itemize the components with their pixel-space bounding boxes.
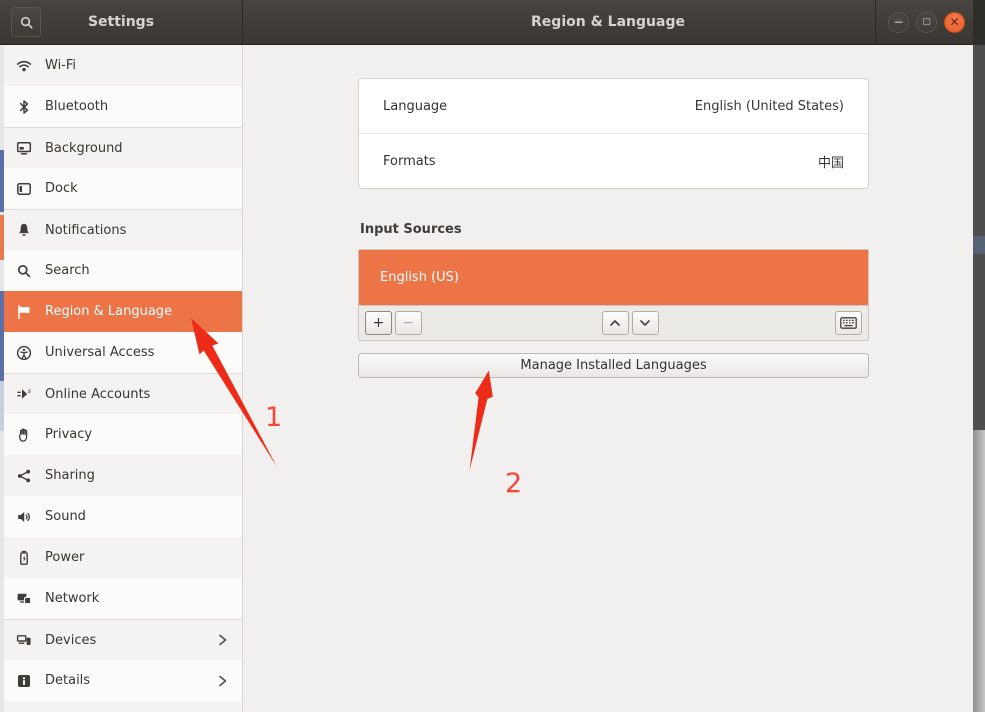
sidebar-item-universal-access[interactable]: Universal Access bbox=[0, 332, 242, 373]
sidebar-item-label: Network bbox=[45, 591, 228, 606]
sidebar-item-label: Sound bbox=[45, 509, 228, 524]
add-input-source-button[interactable]: + bbox=[365, 311, 392, 335]
move-down-button[interactable] bbox=[632, 311, 659, 335]
maximize-icon: ▢ bbox=[922, 18, 931, 27]
language-formats-group: Language English (United States) Formats… bbox=[358, 78, 869, 189]
background-icon bbox=[15, 139, 33, 157]
sidebar-item-label: Power bbox=[45, 550, 228, 565]
language-label: Language bbox=[383, 99, 447, 114]
sidebar-item-label: Region & Language bbox=[45, 304, 228, 319]
bluetooth-icon bbox=[15, 98, 33, 116]
bell-icon bbox=[15, 221, 33, 239]
close-icon: ✕ bbox=[949, 16, 959, 28]
page-title: Region & Language bbox=[531, 14, 685, 30]
sidebar-item-label: Details bbox=[45, 673, 217, 688]
dock-icon bbox=[15, 180, 33, 198]
chevron-right-icon bbox=[217, 675, 228, 687]
devices-icon bbox=[15, 631, 33, 649]
input-sources-list: English (US) + − bbox=[358, 249, 869, 341]
sidebar-item-label: Background bbox=[45, 141, 228, 156]
maximize-button[interactable]: ▢ bbox=[916, 12, 937, 33]
sidebar-item-label: Privacy bbox=[45, 427, 228, 442]
input-sources-heading: Input Sources bbox=[360, 222, 462, 237]
language-value: English (United States) bbox=[695, 99, 844, 114]
sidebar-item-label: Wi-Fi bbox=[45, 58, 228, 73]
background-window-sliver-right bbox=[973, 0, 985, 712]
flag-icon bbox=[15, 303, 33, 321]
keyboard-layout-button[interactable] bbox=[835, 311, 862, 335]
search-button[interactable] bbox=[11, 7, 41, 37]
sidebar-item-wifi[interactable]: Wi-Fi bbox=[0, 45, 242, 86]
sidebar-item-details[interactable]: Details bbox=[0, 660, 242, 701]
network-icon bbox=[15, 590, 33, 608]
minus-icon: − bbox=[403, 315, 415, 331]
input-sources-toolbar: + − bbox=[359, 305, 868, 340]
sidebar-item-background[interactable]: Background bbox=[0, 127, 242, 168]
app-title: Settings bbox=[88, 14, 154, 30]
keyboard-icon bbox=[840, 317, 857, 329]
chevron-down-icon bbox=[639, 319, 651, 327]
plus-icon: + bbox=[373, 315, 385, 331]
region-language-panel: Language English (United States) Formats… bbox=[244, 45, 961, 712]
input-source-label: English (US) bbox=[380, 270, 459, 285]
search-icon bbox=[15, 262, 33, 280]
chevron-up-icon bbox=[609, 319, 621, 327]
formats-label: Formats bbox=[383, 154, 436, 169]
sidebar-item-sharing[interactable]: Sharing bbox=[0, 455, 242, 496]
sidebar-item-label: Notifications bbox=[45, 223, 228, 238]
sidebar-list: Wi-Fi Bluetooth Background Dock Notification… bbox=[0, 45, 242, 701]
sidebar-item-notifications[interactable]: Notifications bbox=[0, 209, 242, 250]
svg-text:s: s bbox=[28, 387, 32, 395]
sidebar-item-sound[interactable]: Sound bbox=[0, 496, 242, 537]
chevron-right-icon bbox=[217, 634, 228, 646]
minimize-button[interactable]: − bbox=[888, 12, 909, 33]
sidebar-item-label: Online Accounts bbox=[45, 387, 228, 402]
titlebar-main-section: Region & Language − ▢ ✕ bbox=[243, 0, 973, 44]
language-row[interactable]: Language English (United States) bbox=[359, 79, 868, 133]
sidebar-item-region-language[interactable]: Region & Language bbox=[0, 291, 242, 332]
input-source-row-english-us[interactable]: English (US) bbox=[359, 250, 868, 305]
titlebar: Settings Region & Language − ▢ ✕ bbox=[0, 0, 973, 45]
titlebar-sidebar-section: Settings bbox=[0, 0, 243, 44]
online-accounts-icon: s bbox=[15, 385, 33, 403]
wifi-icon bbox=[15, 57, 33, 75]
sidebar-item-label: Devices bbox=[45, 633, 217, 648]
share-icon bbox=[15, 467, 33, 485]
sidebar-item-bluetooth[interactable]: Bluetooth bbox=[0, 86, 242, 127]
manage-installed-languages-button[interactable]: Manage Installed Languages bbox=[358, 353, 869, 378]
sidebar-item-label: Bluetooth bbox=[45, 99, 228, 114]
battery-icon bbox=[15, 549, 33, 567]
sidebar-item-online-accounts[interactable]: s Online Accounts bbox=[0, 373, 242, 414]
formats-value: 中国 bbox=[818, 152, 844, 171]
window-controls: − ▢ ✕ bbox=[875, 0, 965, 45]
sidebar-item-devices[interactable]: Devices bbox=[0, 619, 242, 660]
sidebar-item-privacy[interactable]: Privacy bbox=[0, 414, 242, 455]
universal-access-icon bbox=[15, 344, 33, 362]
sidebar-item-search[interactable]: Search bbox=[0, 250, 242, 291]
minimize-icon: − bbox=[893, 16, 903, 28]
info-icon bbox=[15, 672, 33, 690]
speaker-icon bbox=[15, 508, 33, 526]
sidebar-item-network[interactable]: Network bbox=[0, 578, 242, 619]
sidebar-item-label: Universal Access bbox=[45, 345, 228, 360]
formats-row[interactable]: Formats 中国 bbox=[359, 133, 868, 188]
sidebar-item-label: Dock bbox=[45, 181, 228, 196]
settings-window: Settings Region & Language − ▢ ✕ Wi-Fi Bl… bbox=[0, 0, 973, 712]
sidebar: Wi-Fi Bluetooth Background Dock Notification… bbox=[0, 45, 243, 712]
sidebar-item-power[interactable]: Power bbox=[0, 537, 242, 578]
sidebar-item-dock[interactable]: Dock bbox=[0, 168, 242, 209]
hand-icon bbox=[15, 426, 33, 444]
sidebar-item-label: Search bbox=[45, 263, 228, 278]
background-window-sliver-left bbox=[0, 45, 4, 712]
search-icon bbox=[19, 15, 34, 30]
remove-input-source-button[interactable]: − bbox=[395, 311, 422, 335]
sidebar-item-label: Sharing bbox=[45, 468, 228, 483]
reorder-buttons bbox=[602, 311, 659, 335]
close-button[interactable]: ✕ bbox=[944, 12, 965, 33]
move-up-button[interactable] bbox=[602, 311, 629, 335]
manage-installed-languages-label: Manage Installed Languages bbox=[520, 358, 706, 373]
